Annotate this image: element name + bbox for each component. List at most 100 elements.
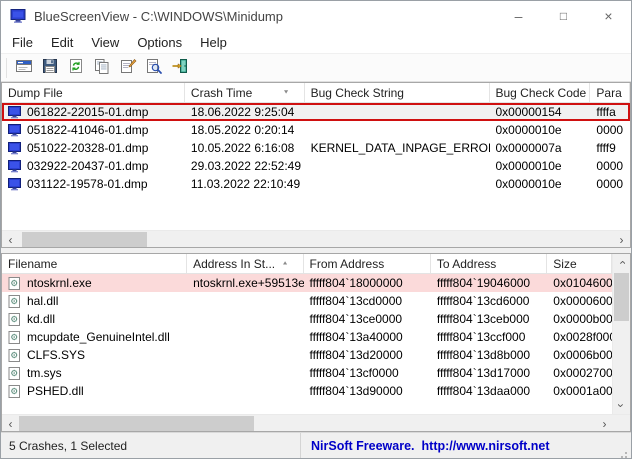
cell-text: fffff804`13d8b000 xyxy=(437,348,530,362)
app-icon xyxy=(10,8,26,24)
properties-button[interactable] xyxy=(115,56,141,80)
module-column-header-3[interactable]: To Address xyxy=(431,254,547,273)
crash-cell: ffffa xyxy=(590,105,630,119)
module-row-5[interactable]: tm.sysfffff804`13cf0000fffff804`13d17000… xyxy=(2,364,612,382)
lower-horizontal-scrollbar[interactable]: ‹ › xyxy=(2,414,630,431)
driver-file-icon xyxy=(8,349,21,362)
crash-column-header-2[interactable]: Bug Check String xyxy=(305,83,490,102)
module-cell: ntoskrnl.exe xyxy=(2,276,187,290)
crash-cell: KERNEL_DATA_INPAGE_ERROR xyxy=(305,141,490,155)
copy-button[interactable] xyxy=(89,56,115,80)
module-cell: fffff804`19046000 xyxy=(431,276,547,290)
upper-hscroll-thumb[interactable] xyxy=(22,232,147,247)
lower-hscroll-thumb[interactable] xyxy=(19,416,254,431)
lower-vertical-scrollbar[interactable]: › › xyxy=(612,254,630,414)
upper-hscroll-track[interactable] xyxy=(19,231,613,247)
module-cell: fffff804`13ccf000 xyxy=(431,330,547,344)
cell-text: ffffa xyxy=(596,105,615,119)
cell-text: kd.dll xyxy=(27,312,55,326)
column-label: Crash Time xyxy=(191,86,252,100)
crash-list-pane: Dump FileCrash Time▼Bug Check StringBug … xyxy=(1,82,631,248)
crash-row-0[interactable]: 061822-22015-01.dmp18.06.2022 9:25:040x0… xyxy=(2,103,630,121)
menu-view[interactable]: View xyxy=(82,33,128,52)
exit-button[interactable] xyxy=(167,56,193,80)
crash-row-2[interactable]: 051022-20328-01.dmp 10.05.2022 6:16:08 KER… xyxy=(2,139,630,157)
nirsoft-url-link[interactable]: http://www.nirsoft.net xyxy=(422,439,550,453)
module-row-6[interactable]: PSHED.dllfffff804`13d90000fffff804`13daa… xyxy=(2,382,612,400)
bluescreenview-window: BlueScreenView - C:\WINDOWS\Minidump – □… xyxy=(0,0,632,459)
module-cell: fffff804`13d90000 xyxy=(304,384,431,398)
close-button[interactable]: × xyxy=(586,1,631,31)
crash-cell: 0000 xyxy=(590,123,630,137)
refresh-button[interactable] xyxy=(63,56,89,80)
dump-file-icon xyxy=(8,160,21,173)
module-row-1[interactable]: hal.dllfffff804`13cd0000fffff804`13cd600… xyxy=(2,292,612,310)
scrollbar-corner xyxy=(613,415,630,432)
scroll-down-icon[interactable]: › xyxy=(613,397,630,414)
crash-list-empty-area xyxy=(2,193,630,230)
crash-cell: ffff9 xyxy=(590,141,630,155)
dump-file-icon xyxy=(8,142,21,155)
crash-column-header-1[interactable]: Crash Time▼ xyxy=(185,83,305,102)
module-cell: fffff804`13ceb000 xyxy=(431,312,547,326)
upper-horizontal-scrollbar[interactable]: ‹ › xyxy=(2,230,630,247)
module-row-3[interactable]: mcupdate_GenuineIntel.dllfffff804`13a400… xyxy=(2,328,612,346)
crash-row-3[interactable]: 032922-20437-01.dmp29.03.2022 22:52:490x… xyxy=(2,157,630,175)
lower-hscroll-track[interactable] xyxy=(19,415,596,431)
dump-file-icon xyxy=(8,106,21,119)
crash-cell: 051022-20328-01.dmp xyxy=(2,141,185,155)
cell-text: 0000 xyxy=(596,159,623,173)
toolbar xyxy=(1,53,631,82)
menu-options[interactable]: Options xyxy=(128,33,191,52)
copy-icon xyxy=(93,57,111,78)
module-row-0[interactable]: ntoskrnl.exentoskrnl.exe+59513efffff804`… xyxy=(2,274,612,292)
module-column-header-4[interactable]: Size xyxy=(547,254,612,273)
menu-help[interactable]: Help xyxy=(191,33,236,52)
crash-row-1[interactable]: 051822-41046-01.dmp18.05.2022 0:20:140x0… xyxy=(2,121,630,139)
module-cell: tm.sys xyxy=(2,366,187,380)
driver-file-icon xyxy=(8,295,21,308)
sort-asc-icon: ▲ xyxy=(282,261,289,267)
module-row-2[interactable]: kd.dllfffff804`13ce0000fffff804`13ceb000… xyxy=(2,310,612,328)
resize-grip[interactable] xyxy=(625,452,627,454)
save-button[interactable] xyxy=(37,56,63,80)
crash-cell: 031122-19578-01.dmp xyxy=(2,177,185,191)
driver-file-icon xyxy=(8,313,21,326)
exit-icon xyxy=(171,57,189,78)
module-column-header-2[interactable]: From Address xyxy=(304,254,431,273)
minimize-button[interactable]: – xyxy=(496,1,541,31)
cell-text: tm.sys xyxy=(27,366,62,380)
module-column-header-0[interactable]: Filename xyxy=(2,254,187,273)
find-button[interactable] xyxy=(141,56,167,80)
cell-text: 061822-22015-01.dmp xyxy=(27,105,148,119)
lower-vscroll-track[interactable] xyxy=(613,271,630,397)
module-cell: 0x01046000 xyxy=(547,276,612,290)
module-row-4[interactable]: CLFS.SYSfffff804`13d20000fffff804`13d8b0… xyxy=(2,346,612,364)
cell-text: 18.06.2022 9:25:04 xyxy=(191,105,294,119)
menu-edit[interactable]: Edit xyxy=(42,33,82,52)
menu-file[interactable]: File xyxy=(3,33,42,52)
lower-vscroll-thumb[interactable] xyxy=(614,273,629,321)
crash-cell: 0000 xyxy=(590,159,630,173)
advanced-options-button[interactable] xyxy=(11,56,37,80)
crash-column-header-0[interactable]: Dump File xyxy=(2,83,185,102)
cell-text: fffff804`13cd6000 xyxy=(437,294,530,308)
scroll-up-icon[interactable]: › xyxy=(613,254,630,271)
crash-cell: 0x0000010e xyxy=(490,159,591,173)
scroll-right-icon[interactable]: › xyxy=(596,415,613,432)
crash-column-header-4[interactable]: Para xyxy=(590,83,630,102)
module-cell: fffff804`13d20000 xyxy=(304,348,431,362)
module-column-header-1[interactable]: Address In St...▲ xyxy=(187,254,303,273)
column-label: From Address xyxy=(310,257,385,271)
module-cell: fffff804`18000000 xyxy=(304,276,431,290)
cell-text: PSHED.dll xyxy=(27,384,84,398)
maximize-button[interactable]: □ xyxy=(541,1,586,31)
scroll-right-icon[interactable]: › xyxy=(613,231,630,248)
crash-column-header-3[interactable]: Bug Check Code xyxy=(490,83,591,102)
scroll-left-icon[interactable]: ‹ xyxy=(2,415,19,432)
scroll-left-icon[interactable]: ‹ xyxy=(2,231,19,248)
crash-row-4[interactable]: 031122-19578-01.dmp11.03.2022 22:10:490x… xyxy=(2,175,630,193)
refresh-icon xyxy=(67,57,85,78)
cell-text: 10.05.2022 6:16:08 xyxy=(191,141,294,155)
cell-text: fffff804`19046000 xyxy=(437,276,530,290)
